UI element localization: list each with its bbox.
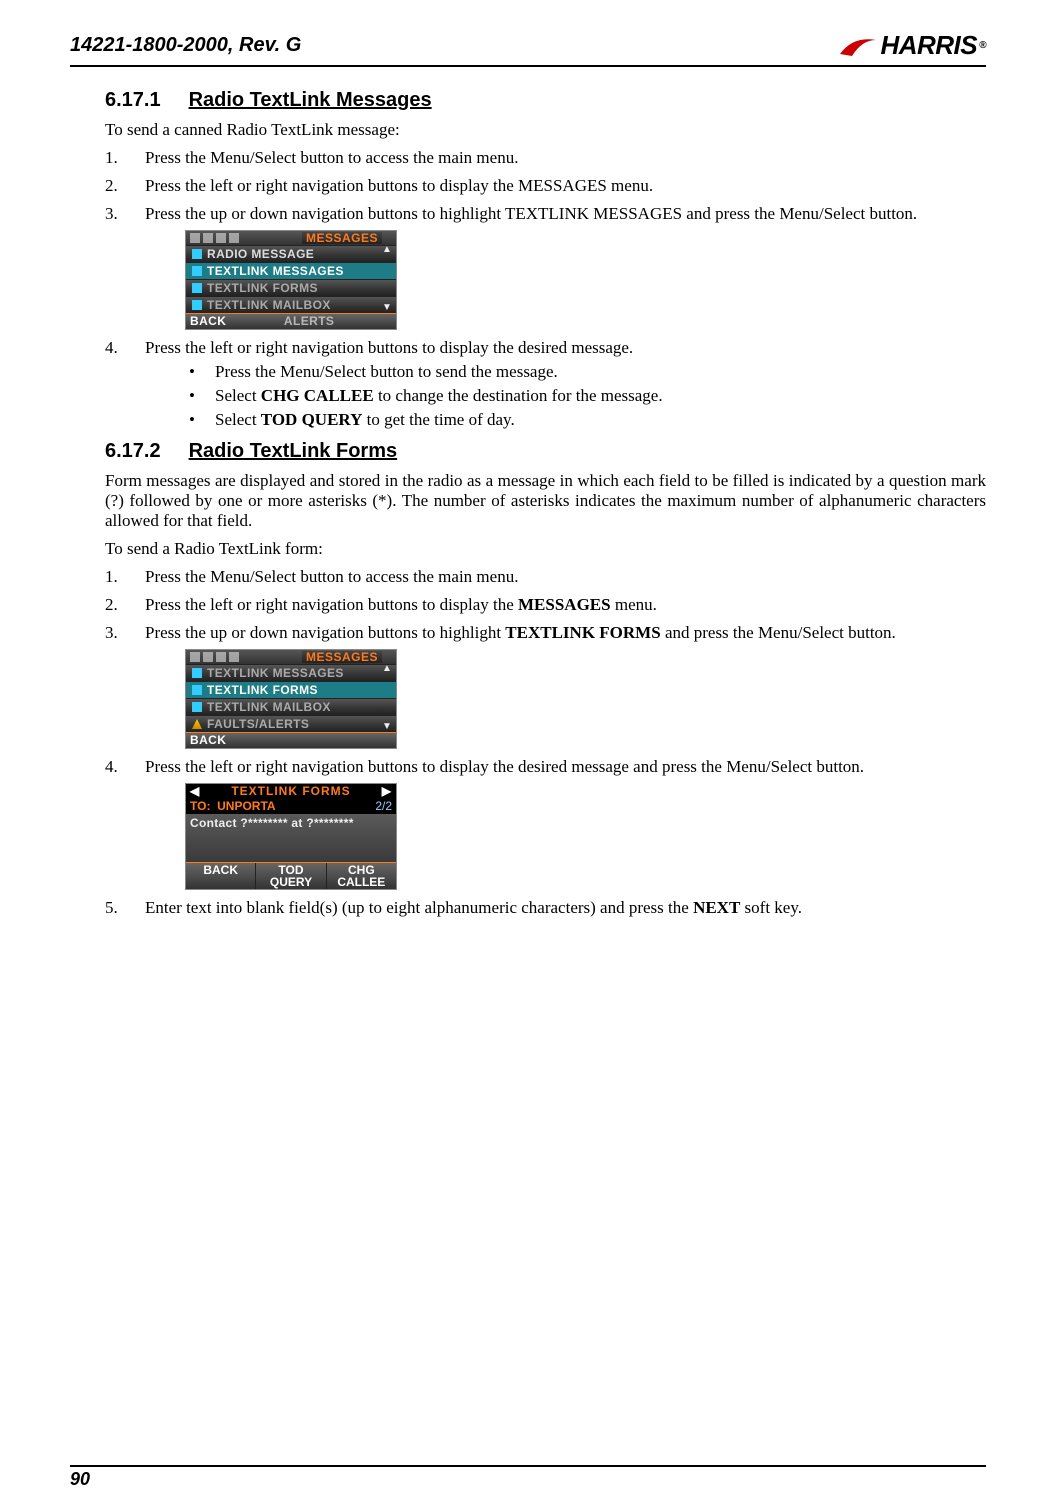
message-icon bbox=[192, 249, 202, 259]
step-1: Press the Menu/Select button to access t… bbox=[105, 567, 986, 587]
menu-item-faults-alerts[interactable]: FAULTS/ALERTS bbox=[186, 715, 396, 732]
procedure-list-1: Press the Menu/Select button to access t… bbox=[105, 148, 986, 430]
menu-item-alerts: ALERTS bbox=[284, 315, 334, 327]
step-1: Press the Menu/Select button to access t… bbox=[105, 148, 986, 168]
lock-icon bbox=[203, 233, 213, 243]
chevron-left-icon[interactable]: ◀ bbox=[190, 785, 200, 797]
to-value: UNPORTA bbox=[217, 799, 275, 813]
message-icon bbox=[192, 266, 202, 276]
battery-icon bbox=[216, 652, 226, 662]
menu-item-radio-message[interactable]: RADIO MESSAGE bbox=[186, 245, 396, 262]
page-indicator: 2/2 bbox=[375, 800, 392, 812]
heading-number: 6.17.1 bbox=[105, 89, 183, 112]
menu-item-textlink-mailbox[interactable]: TEXTLINK MAILBOX bbox=[186, 296, 396, 313]
to-label: TO: bbox=[190, 799, 210, 813]
step-5: Enter text into blank field(s) (up to ei… bbox=[105, 898, 986, 918]
form-icon bbox=[192, 685, 202, 695]
form-title: TEXTLINK FORMS bbox=[231, 784, 350, 798]
softkey-tod-query[interactable]: TOD QUERY bbox=[256, 863, 326, 889]
mailbox-icon bbox=[192, 702, 202, 712]
step-2: Press the left or right navigation butto… bbox=[105, 176, 986, 196]
chevron-down-icon: ▼ bbox=[380, 722, 394, 732]
gear-icon bbox=[229, 652, 239, 662]
chevron-down-icon: ▼ bbox=[380, 303, 394, 313]
menu-item-textlink-forms[interactable]: TEXTLINK FORMS bbox=[186, 681, 396, 698]
softkey-back[interactable]: BACK bbox=[190, 315, 226, 327]
heading-title: Radio TextLink Messages bbox=[189, 89, 432, 111]
bullet-2: Select CHG CALLEE to change the destinat… bbox=[185, 386, 986, 406]
scroll-indicator: ▲▼ bbox=[380, 664, 394, 732]
chevron-up-icon: ▲ bbox=[380, 664, 394, 674]
chevron-right-icon[interactable]: ▶ bbox=[382, 785, 392, 797]
step-3: Press the up or down navigation buttons … bbox=[105, 204, 986, 330]
step-4: Press the left or right navigation butto… bbox=[105, 757, 986, 890]
heading-title: Radio TextLink Forms bbox=[189, 440, 398, 462]
brand-text: HARRIS bbox=[880, 30, 977, 61]
doc-number: 14221-1800-2000, Rev. G bbox=[70, 34, 301, 57]
mailbox-icon bbox=[192, 300, 202, 310]
step-2: Press the left or right navigation butto… bbox=[105, 595, 986, 615]
page-content: 6.17.1 Radio TextLink Messages To send a… bbox=[70, 89, 986, 918]
message-icon bbox=[192, 668, 202, 678]
heading-6-17-1: 6.17.1 Radio TextLink Messages bbox=[105, 89, 986, 112]
warning-icon bbox=[192, 719, 202, 729]
status-bar: MESSAGES bbox=[186, 650, 396, 664]
radio-screen-messages: MESSAGES RADIO MESSAGE TEXTLINK MESSAGES… bbox=[185, 230, 397, 330]
signal-icon bbox=[190, 652, 200, 662]
gear-icon bbox=[229, 233, 239, 243]
signal-icon bbox=[190, 233, 200, 243]
to-row: TO: UNPORTA 2/2 bbox=[186, 798, 396, 814]
heading-number: 6.17.2 bbox=[105, 440, 183, 463]
softkey-bar: BACK bbox=[186, 732, 396, 748]
brand-logo: HARRIS® bbox=[838, 30, 986, 61]
softkey-chg-callee[interactable]: CHG CALLEE bbox=[327, 863, 396, 889]
intro-text: To send a canned Radio TextLink message: bbox=[105, 120, 986, 140]
procedure-list-2: Press the Menu/Select button to access t… bbox=[105, 567, 986, 918]
page-header: 14221-1800-2000, Rev. G HARRIS® bbox=[70, 30, 986, 67]
step-4: Press the left or right navigation butto… bbox=[105, 338, 986, 430]
menu-list: RADIO MESSAGE TEXTLINK MESSAGES TEXTLINK… bbox=[186, 245, 396, 313]
battery-icon bbox=[216, 233, 226, 243]
menu-item-textlink-mailbox[interactable]: TEXTLINK MAILBOX bbox=[186, 698, 396, 715]
step-3: Press the up or down navigation buttons … bbox=[105, 623, 986, 749]
softkey-bar: BACK TOD QUERY CHG CALLEE bbox=[186, 862, 396, 889]
status-bar: MESSAGES bbox=[186, 231, 396, 245]
forms-paragraph: Form messages are displayed and stored i… bbox=[105, 471, 986, 531]
logo-swoosh-icon bbox=[838, 34, 878, 58]
menu-item-textlink-messages[interactable]: TEXTLINK MESSAGES bbox=[186, 262, 396, 279]
bullet-3: Select TOD QUERY to get the time of day. bbox=[185, 410, 986, 430]
menu-item-textlink-messages[interactable]: TEXTLINK MESSAGES bbox=[186, 664, 396, 681]
form-icon bbox=[192, 283, 202, 293]
lock-icon bbox=[203, 652, 213, 662]
chevron-up-icon: ▲ bbox=[380, 245, 394, 255]
softkey-back[interactable]: BACK bbox=[190, 734, 226, 746]
radio-screen-forms-menu: MESSAGES TEXTLINK MESSAGES TEXTLINK FORM… bbox=[185, 649, 397, 749]
screen-title: MESSAGES bbox=[302, 651, 382, 663]
softkey-back[interactable]: BACK bbox=[186, 863, 256, 889]
screen-title: MESSAGES bbox=[302, 232, 382, 244]
form-body[interactable]: Contact ?******** at ?******** bbox=[186, 814, 396, 862]
forms-intro: To send a Radio TextLink form: bbox=[105, 539, 986, 559]
page-number: 90 bbox=[70, 1465, 986, 1490]
menu-list: TEXTLINK MESSAGES TEXTLINK FORMS TEXTLIN… bbox=[186, 664, 396, 732]
menu-item-textlink-forms[interactable]: TEXTLINK FORMS bbox=[186, 279, 396, 296]
sub-bullets: Press the Menu/Select button to send the… bbox=[185, 362, 986, 430]
bullet-1: Press the Menu/Select button to send the… bbox=[185, 362, 986, 382]
softkey-bar: BACK ALERTS bbox=[186, 313, 396, 329]
radio-screen-form-entry: ◀ TEXTLINK FORMS ▶ TO: UNPORTA 2/2 Conta… bbox=[185, 783, 397, 890]
form-header: ◀ TEXTLINK FORMS ▶ bbox=[186, 784, 396, 798]
scroll-indicator: ▲▼ bbox=[380, 245, 394, 313]
heading-6-17-2: 6.17.2 Radio TextLink Forms bbox=[105, 440, 986, 463]
